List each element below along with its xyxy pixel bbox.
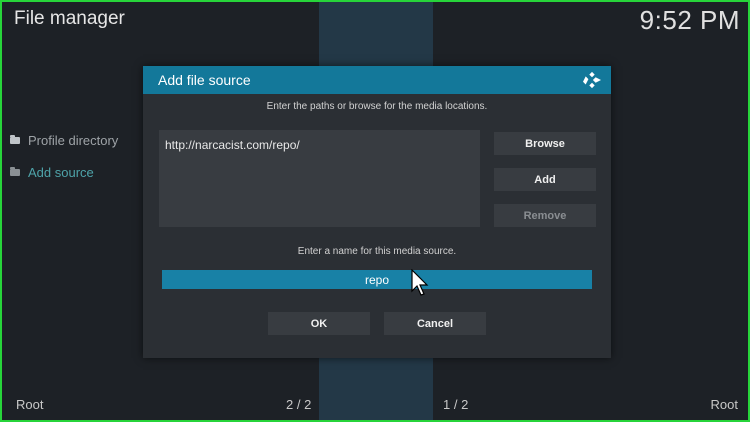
dialog-title: Add file source bbox=[158, 72, 251, 88]
add-button[interactable]: Add bbox=[494, 168, 596, 191]
mouse-pointer-icon bbox=[411, 269, 429, 296]
name-instruction: Enter a name for this media source. bbox=[297, 246, 457, 257]
sidebar-item-profile-directory[interactable]: Profile directory bbox=[10, 133, 118, 148]
page-title: File manager bbox=[14, 8, 125, 29]
footer-left-page: 2 / 2 bbox=[286, 397, 312, 412]
kodi-logo-icon bbox=[583, 71, 601, 89]
source-path-item[interactable]: http://narcacist.com/repo/ bbox=[165, 138, 300, 152]
footer-right-root: Root bbox=[710, 397, 738, 412]
footer-right-page: 1 / 2 bbox=[443, 397, 469, 412]
sidebar-item-label: Profile directory bbox=[28, 133, 119, 148]
dialog-header: Add file source bbox=[143, 66, 611, 94]
footer-left-root: Root bbox=[16, 397, 44, 412]
remove-button[interactable]: Remove bbox=[494, 204, 596, 227]
add-source-dialog: Add file source Enter the paths or brows… bbox=[143, 66, 611, 358]
source-path-list[interactable]: http://narcacist.com/repo/ bbox=[159, 130, 480, 227]
folder-icon bbox=[10, 167, 20, 176]
clock: 9:52 PM bbox=[639, 5, 740, 35]
sidebar-item-label: Add source bbox=[28, 165, 94, 180]
folder-icon bbox=[10, 135, 20, 144]
browse-button[interactable]: Browse bbox=[494, 132, 596, 155]
ok-button[interactable]: OK bbox=[268, 312, 370, 335]
cancel-button[interactable]: Cancel bbox=[384, 312, 486, 335]
sidebar-item-add-source[interactable]: Add source bbox=[10, 165, 94, 180]
source-name-field[interactable]: repo bbox=[162, 270, 592, 289]
paths-instruction: Enter the paths or browse for the media … bbox=[266, 101, 488, 112]
app-window: File manager 9:52 PM Profile directory A… bbox=[0, 0, 750, 422]
